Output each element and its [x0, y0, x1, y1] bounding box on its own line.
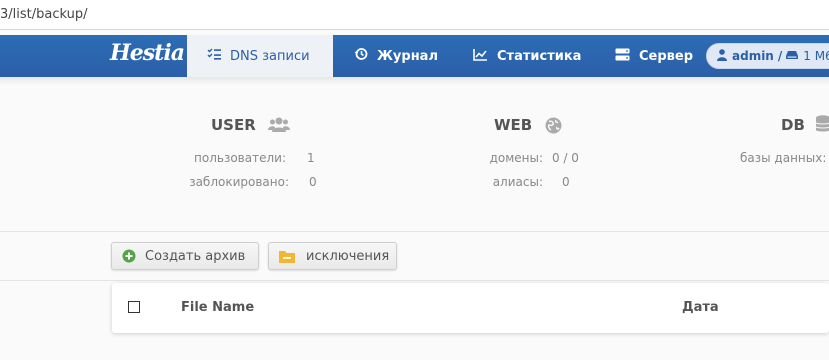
create-backup-button[interactable]: Создать архив: [111, 242, 259, 270]
hdd-icon: [786, 49, 799, 63]
aliases-label: алиасы:: [492, 175, 543, 189]
aliases-value: 0: [562, 175, 570, 189]
domains-value: 0 / 0: [552, 151, 579, 165]
select-all-checkbox[interactable]: [128, 301, 140, 313]
user-menu[interactable]: admin / 1 M6: [706, 43, 829, 69]
nav-item-stats[interactable]: Статистика: [473, 35, 581, 77]
folder-icon: [279, 250, 295, 263]
exclusions-button[interactable]: исключения: [268, 242, 397, 270]
nav-item-label: Статистика: [497, 48, 582, 64]
hestia-logo[interactable]: Hestia: [110, 40, 185, 66]
create-backup-label: Создать архив: [145, 248, 246, 264]
blocked-value: 0: [309, 175, 317, 189]
exclusions-label: исключения: [306, 248, 390, 264]
plus-circle-icon: [122, 249, 136, 263]
chart-line-icon: [473, 48, 488, 65]
nav-item-label: Журнал: [377, 48, 438, 64]
backup-table-header: File Name Дата: [112, 283, 829, 333]
server-icon: [615, 48, 630, 65]
user-icon: [717, 48, 727, 64]
nav-item-dns[interactable]: DNS записи: [187, 35, 333, 77]
address-bar[interactable]: 3/list/backup/: [0, 0, 829, 30]
nav-shadow: [0, 77, 829, 85]
databases-label: базы данных:: [740, 151, 827, 165]
section-divider: [0, 231, 829, 232]
nav-item-server[interactable]: Сервер: [615, 35, 693, 77]
url-text[interactable]: 3/list/backup/: [0, 7, 88, 22]
nav-item-label: Сервер: [639, 48, 694, 64]
username: admin: [732, 49, 774, 63]
column-date[interactable]: Дата: [682, 300, 719, 315]
user-count-value: 1: [307, 151, 315, 165]
globe-icon: [545, 117, 562, 138]
domains-label: домены:: [489, 151, 543, 165]
stat-title-web: WEB: [494, 116, 533, 134]
list-check-icon: [207, 48, 221, 64]
nav-item-log[interactable]: Журнал: [354, 35, 438, 77]
user-separator: /: [777, 49, 783, 63]
user-count-label: пользователи:: [194, 151, 286, 165]
database-icon: [815, 115, 829, 137]
toolbar-divider: [0, 280, 829, 281]
stat-title-user: USER: [211, 116, 256, 134]
disk-usage: 1 M6: [803, 49, 829, 63]
users-icon: [268, 117, 290, 136]
column-file-name[interactable]: File Name: [181, 300, 254, 315]
blocked-label: заблокировано:: [189, 175, 289, 189]
nav-item-label: DNS записи: [230, 48, 310, 64]
stat-title-db: DB: [781, 116, 805, 134]
top-navigation: Hestia DNS записи Журнал Статистика Серв…: [0, 35, 829, 77]
history-icon: [354, 47, 368, 65]
